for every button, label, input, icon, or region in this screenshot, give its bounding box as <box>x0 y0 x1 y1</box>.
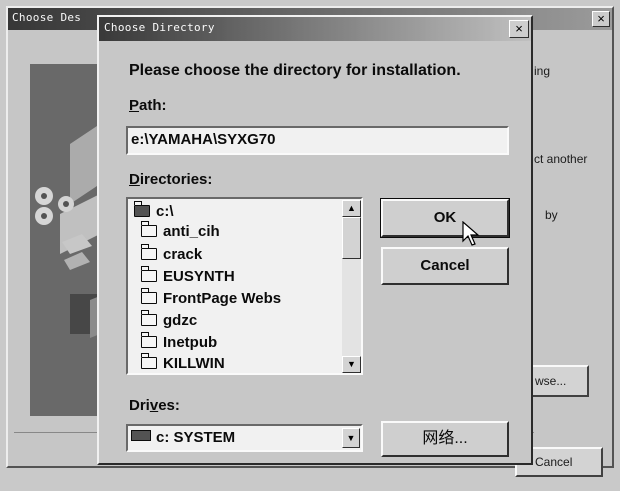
background-window-title: Choose Des <box>12 11 82 24</box>
folder-icon <box>140 244 157 260</box>
folder-icon <box>140 310 157 326</box>
folder-icon <box>140 288 157 304</box>
drives-label-pre: Dri <box>129 397 150 414</box>
background-text-1: ing <box>534 64 551 78</box>
directory-name: FrontPage Webs <box>163 290 282 307</box>
setup-illustration <box>30 64 100 416</box>
directory-item[interactable]: c:\ <box>133 201 174 222</box>
directory-name: crack <box>163 246 203 263</box>
drive-icon <box>131 430 151 441</box>
directory-item[interactable]: EUSYNTH <box>140 266 235 287</box>
directory-name: KILLWIN <box>163 355 225 372</box>
ok-button[interactable]: OK <box>380 198 510 238</box>
directory-item[interactable]: KILLWIN <box>140 353 225 374</box>
directory-item[interactable]: FrontPage Webs <box>140 288 282 309</box>
directory-name: c:\ <box>156 203 174 220</box>
background-close-button[interactable]: × <box>592 11 610 27</box>
network-button[interactable]: 网络... <box>381 421 509 457</box>
drive-selected: c: SYSTEM <box>131 429 235 446</box>
triangle-down-icon: ▼ <box>347 359 356 369</box>
directories-label: Directories: <box>129 171 212 188</box>
dialog-heading: Please choose the directory for installa… <box>129 62 461 79</box>
drives-label: Drives: <box>129 397 180 414</box>
directory-item[interactable]: crack <box>140 244 203 265</box>
directory-name: gdzc <box>163 312 198 329</box>
dialog-close-button[interactable]: × <box>509 20 529 38</box>
path-label-text: ath: <box>139 97 167 114</box>
path-value: e:\YAMAHA\SYXG70 <box>131 131 276 148</box>
dialog-title: Choose Directory <box>104 21 215 34</box>
drive-value: c: SYSTEM <box>156 429 236 446</box>
directory-item[interactable]: Inetpub <box>140 332 218 353</box>
chevron-down-icon: ▼ <box>346 433 356 443</box>
cancel-button[interactable]: Cancel <box>381 247 509 285</box>
background-text-2: ct another <box>534 152 588 166</box>
directories-label-accel: D <box>129 171 140 188</box>
background-text-3: by <box>545 208 558 222</box>
directory-item[interactable]: anti_cih <box>140 221 220 242</box>
directory-item[interactable]: gdzc <box>140 310 198 331</box>
folder-icon <box>140 353 157 369</box>
drives-label-post: es: <box>158 397 180 414</box>
path-label: Path: <box>129 97 167 114</box>
path-label-accel: P <box>129 97 140 114</box>
folder-icon <box>140 221 157 237</box>
scroll-up-button[interactable]: ▲ <box>342 200 361 217</box>
directories-label-text: irectories: <box>139 171 213 188</box>
directory-name: anti_cih <box>163 223 220 240</box>
drives-label-accel: v <box>149 397 159 414</box>
scroll-down-button[interactable]: ▼ <box>342 356 361 373</box>
folder-icon <box>140 266 157 282</box>
mouse-pointer-icon <box>462 220 480 252</box>
open-folder-icon <box>133 201 150 217</box>
drives-dropdown-arrow[interactable]: ▼ <box>342 428 360 448</box>
folder-icon <box>140 332 157 348</box>
scroll-thumb[interactable] <box>342 217 361 259</box>
triangle-up-icon: ▲ <box>347 203 356 213</box>
directory-name: EUSYNTH <box>163 268 235 285</box>
directory-name: Inetpub <box>163 334 218 351</box>
